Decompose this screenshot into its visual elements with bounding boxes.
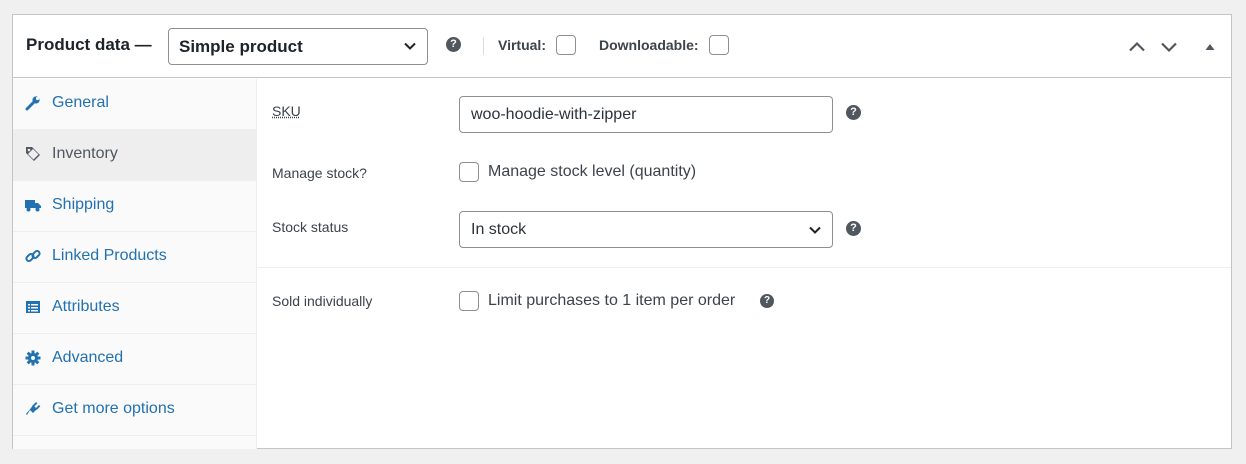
chevron-down-icon bbox=[404, 42, 416, 50]
stock-status-label: Stock status bbox=[272, 219, 349, 235]
sold-individually-text: Limit purchases to 1 item per order bbox=[488, 292, 736, 309]
plug-icon bbox=[26, 402, 41, 415]
virtual-checkbox[interactable] bbox=[556, 35, 576, 55]
tab-shipping[interactable]: Shipping bbox=[13, 181, 256, 232]
stock-status-help-icon[interactable]: ? bbox=[846, 221, 861, 236]
tab-get-more-options-label: Get more options bbox=[52, 400, 175, 417]
section-divider bbox=[258, 267, 1231, 268]
tab-advanced-label: Advanced bbox=[52, 349, 124, 366]
sku-help-icon[interactable]: ? bbox=[846, 105, 861, 120]
chevron-up-icon[interactable] bbox=[1128, 38, 1146, 56]
sold-individually-label: Sold individually bbox=[272, 293, 373, 309]
triangle-up-icon[interactable] bbox=[1201, 38, 1219, 56]
wrench-icon bbox=[25, 96, 40, 111]
product-type-select[interactable]: Simple product bbox=[168, 28, 428, 65]
manage-stock-label: Manage stock? bbox=[272, 165, 367, 181]
tab-linked-products[interactable]: Linked Products bbox=[13, 232, 256, 283]
gear-icon bbox=[25, 350, 41, 366]
panel-title: Product data — bbox=[26, 35, 152, 54]
downloadable-checkbox[interactable] bbox=[709, 35, 729, 55]
help-icon[interactable]: ? bbox=[446, 37, 461, 52]
tab-advanced[interactable]: Advanced bbox=[13, 334, 256, 385]
product-data-panel: Product data — Simple product ? Virtual:… bbox=[12, 14, 1232, 449]
truck-icon bbox=[25, 200, 41, 212]
tab-general[interactable]: General bbox=[13, 79, 256, 130]
inventory-panel: SKU woo-hoodie-with-zipper ? Manage stoc… bbox=[258, 79, 1231, 449]
stock-status-value: In stock bbox=[471, 221, 527, 238]
product-data-tabs: General Inventory Shipping Linked Produc… bbox=[13, 79, 257, 449]
sold-individually-checkbox[interactable] bbox=[459, 291, 479, 311]
tab-linked-products-label: Linked Products bbox=[52, 247, 167, 264]
virtual-label: Virtual: bbox=[498, 37, 546, 53]
sku-input[interactable]: woo-hoodie-with-zipper bbox=[459, 96, 833, 133]
tab-inventory[interactable]: Inventory bbox=[13, 130, 256, 181]
tab-attributes-label: Attributes bbox=[52, 298, 120, 315]
manage-stock-text: Manage stock level (quantity) bbox=[488, 163, 697, 180]
product-data-header: Product data — Simple product ? Virtual:… bbox=[13, 15, 1231, 78]
downloadable-label: Downloadable: bbox=[599, 37, 699, 53]
chevron-down-icon bbox=[809, 226, 821, 234]
manage-stock-checkbox[interactable] bbox=[459, 162, 479, 182]
tab-general-label: General bbox=[52, 94, 109, 111]
tab-inventory-label: Inventory bbox=[52, 145, 118, 162]
product-type-value: Simple product bbox=[179, 37, 303, 56]
list-icon bbox=[26, 301, 40, 313]
stock-status-select[interactable]: In stock bbox=[459, 211, 833, 248]
sold-individually-help-icon[interactable]: ? bbox=[760, 294, 774, 308]
link-icon bbox=[25, 249, 41, 263]
chevron-down-icon[interactable] bbox=[1160, 38, 1178, 56]
header-separator bbox=[483, 37, 484, 55]
tab-get-more-options[interactable]: Get more options bbox=[13, 385, 256, 436]
tag-icon bbox=[26, 147, 40, 161]
tab-shipping-label: Shipping bbox=[52, 196, 115, 213]
sku-label: SKU bbox=[272, 103, 301, 119]
sku-value: woo-hoodie-with-zipper bbox=[471, 106, 637, 123]
tab-attributes[interactable]: Attributes bbox=[13, 283, 256, 334]
